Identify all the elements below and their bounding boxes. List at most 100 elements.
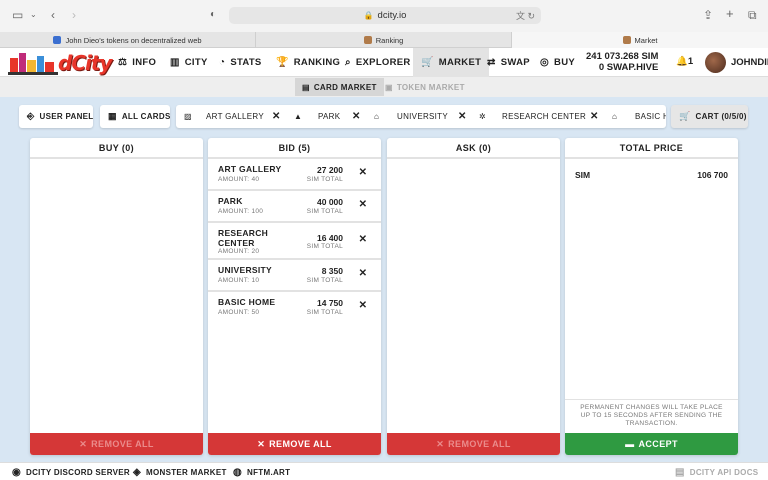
card-total: 40 000 [317,197,343,207]
filter-chip-park[interactable]: PARK [318,105,340,128]
user-panel-button[interactable]: ⎆ USER PANEL [19,105,93,128]
nav-explorer[interactable]: ⌕ EXPLORER [345,48,411,77]
remove-item-icon[interactable]: ✕ [359,199,367,210]
nav-market[interactable]: 🛒 MARKET [413,48,490,77]
tab-card-market[interactable]: ▤ CARD MARKET [295,78,384,96]
cart-button[interactable]: 🛒 CART (0/5/0) [671,105,748,128]
browser-tab-label: Ranking [375,35,404,45]
new-tab-icon[interactable]: + [726,6,734,21]
tab-token-market[interactable]: ▣ TOKEN MARKET [378,78,472,96]
nav-info[interactable]: ⚖ INFO [118,48,156,77]
list-item[interactable]: RESEARCH CENTER AMOUNT: 20 16 400 SIM TO… [208,223,381,260]
api-docs-link[interactable]: ▤ DCITY API DOCS [675,463,758,480]
card-amount: AMOUNT: 10 [218,277,260,284]
tab-label: CARD MARKET [313,82,377,92]
total-value: 106 700 [697,170,728,180]
cart-icon: 🛒 [679,111,691,121]
link-label: MONSTER MARKET [146,467,227,477]
all-cards-button[interactable]: ▦ ALL CARDS [100,105,170,128]
link-label: DCITY DISCORD SERVER [26,467,130,477]
market-subnav: ▤ CARD MARKET ▣ TOKEN MARKET [0,77,768,97]
close-icon[interactable]: ✕ [272,105,280,128]
browser-tabbar: John Dieo's tokens on decentralized web … [0,32,768,48]
avatar[interactable] [705,52,726,73]
card-icon: ▤ [302,82,310,92]
nftm-link[interactable]: ◍ NFTM.ART [233,463,290,480]
translate-reload-icon[interactable]: 文 ↻ [516,9,535,22]
nav-ranking[interactable]: 🏆 RANKING [276,48,340,77]
wallet-balance[interactable]: 241 073.268 SIM 0 SWAP.HIVE [586,51,658,73]
card-name: PARK [218,196,243,206]
browser-tab-market[interactable]: Market [512,32,768,48]
token-icon: ▣ [385,82,393,92]
remove-item-icon[interactable]: ✕ [359,268,367,279]
scale-icon: ⚖ [118,57,128,68]
logo-wordmark: dCity [58,51,112,75]
nav-buy[interactable]: ◎ BUY [540,48,575,77]
trophy-icon: 🏆 [276,57,289,68]
buy-panel-title: BUY (0) [30,138,203,159]
monster-icon: ◈ [133,466,141,478]
forward-icon[interactable]: › [72,8,76,22]
bid-remove-all-button[interactable]: ✕ REMOVE ALL [208,433,381,455]
dcity-logo[interactable]: dCity [8,50,112,75]
money-icon: ▬ [625,439,635,449]
nav-label: SWAP [500,57,530,68]
close-icon[interactable]: ✕ [590,105,598,128]
discord-link[interactable]: ◉ DCITY DISCORD SERVER [12,463,130,480]
sidebar-toggle-icon[interactable]: ▭ [12,8,23,22]
card-amount: AMOUNT: 20 [218,248,260,255]
back-icon[interactable]: ‹ [51,8,55,22]
ask-remove-all-button[interactable]: ✕ REMOVE ALL [387,433,560,455]
close-icon[interactable]: ✕ [352,105,360,128]
share-icon[interactable]: ⇪ [703,8,713,22]
remove-item-icon[interactable]: ✕ [359,300,367,311]
balance-swap-hive: 0 SWAP.HIVE [598,62,659,73]
nav-stats[interactable]: ◔ STATS [219,48,262,77]
close-icon: ✕ [436,438,445,449]
monster-market-link[interactable]: ◈ MONSTER MARKET [133,463,227,480]
link-label: NFTM.ART [247,467,291,477]
bid-panel-title: BID (5) [208,138,381,159]
dieo-favicon-icon [53,36,62,44]
list-item[interactable]: PARK AMOUNT: 100 40 000 SIM TOTAL ✕ [208,191,381,223]
privacy-shield-icon[interactable]: ◐ [210,9,216,20]
username[interactable]: JOHNDIE [731,57,768,68]
filter-chip-basic-home[interactable]: BASIC H [635,105,666,128]
tree-icon: ▲ [294,112,303,121]
list-item[interactable]: BASIC HOME AMOUNT: 50 14 750 SIM TOTAL ✕ [208,292,381,324]
docs-icon: ▤ [675,466,685,478]
nav-swap[interactable]: ⇄ SWAP [487,48,530,77]
filter-chip-university[interactable]: UNIVERSITY [397,105,448,128]
nav-city[interactable]: ▥ CITY [170,48,208,77]
browser-tab-label: John Dieo's tokens on decentralized web [65,35,202,45]
nav-label: CITY [184,57,208,68]
browser-tab-tokens[interactable]: John Dieo's tokens on decentralized web [0,32,256,48]
chevron-down-icon[interactable]: ⌄ [30,10,37,19]
card-total: 27 200 [317,165,343,175]
filter-chip-research-center[interactable]: RESEARCH CENTER [502,105,586,128]
accept-button[interactable]: ▬ ACCEPT [565,433,738,455]
image-icon: ▨ [184,112,192,121]
close-icon[interactable]: ✕ [458,105,466,128]
list-item[interactable]: UNIVERSITY AMOUNT: 10 8 350 SIM TOTAL ✕ [208,260,381,292]
address-bar[interactable]: 🔒 dcity.io 文 ↻ [229,7,541,24]
button-label: ACCEPT [638,439,678,449]
close-icon: ✕ [257,438,266,449]
buy-remove-all-button[interactable]: ✕ REMOVE ALL [30,433,203,455]
search-icon: ⌕ [345,57,351,68]
tab-overview-icon[interactable]: ⧉ [748,8,757,23]
card-total: 8 350 [321,266,343,276]
button-label: REMOVE ALL [448,439,511,449]
card-total-unit: SIM TOTAL [306,309,343,316]
remove-item-icon[interactable]: ✕ [359,234,367,245]
total-currency: SIM [575,170,591,180]
nftm-icon: ◍ [233,466,243,478]
remove-item-icon[interactable]: ✕ [359,167,367,178]
filter-chip-art-gallery[interactable]: ART GALLERY [206,105,264,128]
home-icon: ⌂ [612,112,618,121]
chart-pie-icon: ◔ [219,57,226,68]
browser-tab-ranking[interactable]: Ranking [256,32,512,48]
notifications-button[interactable]: 🔔1 [676,56,693,67]
list-item[interactable]: ART GALLERY AMOUNT: 40 27 200 SIM TOTAL … [208,159,381,191]
